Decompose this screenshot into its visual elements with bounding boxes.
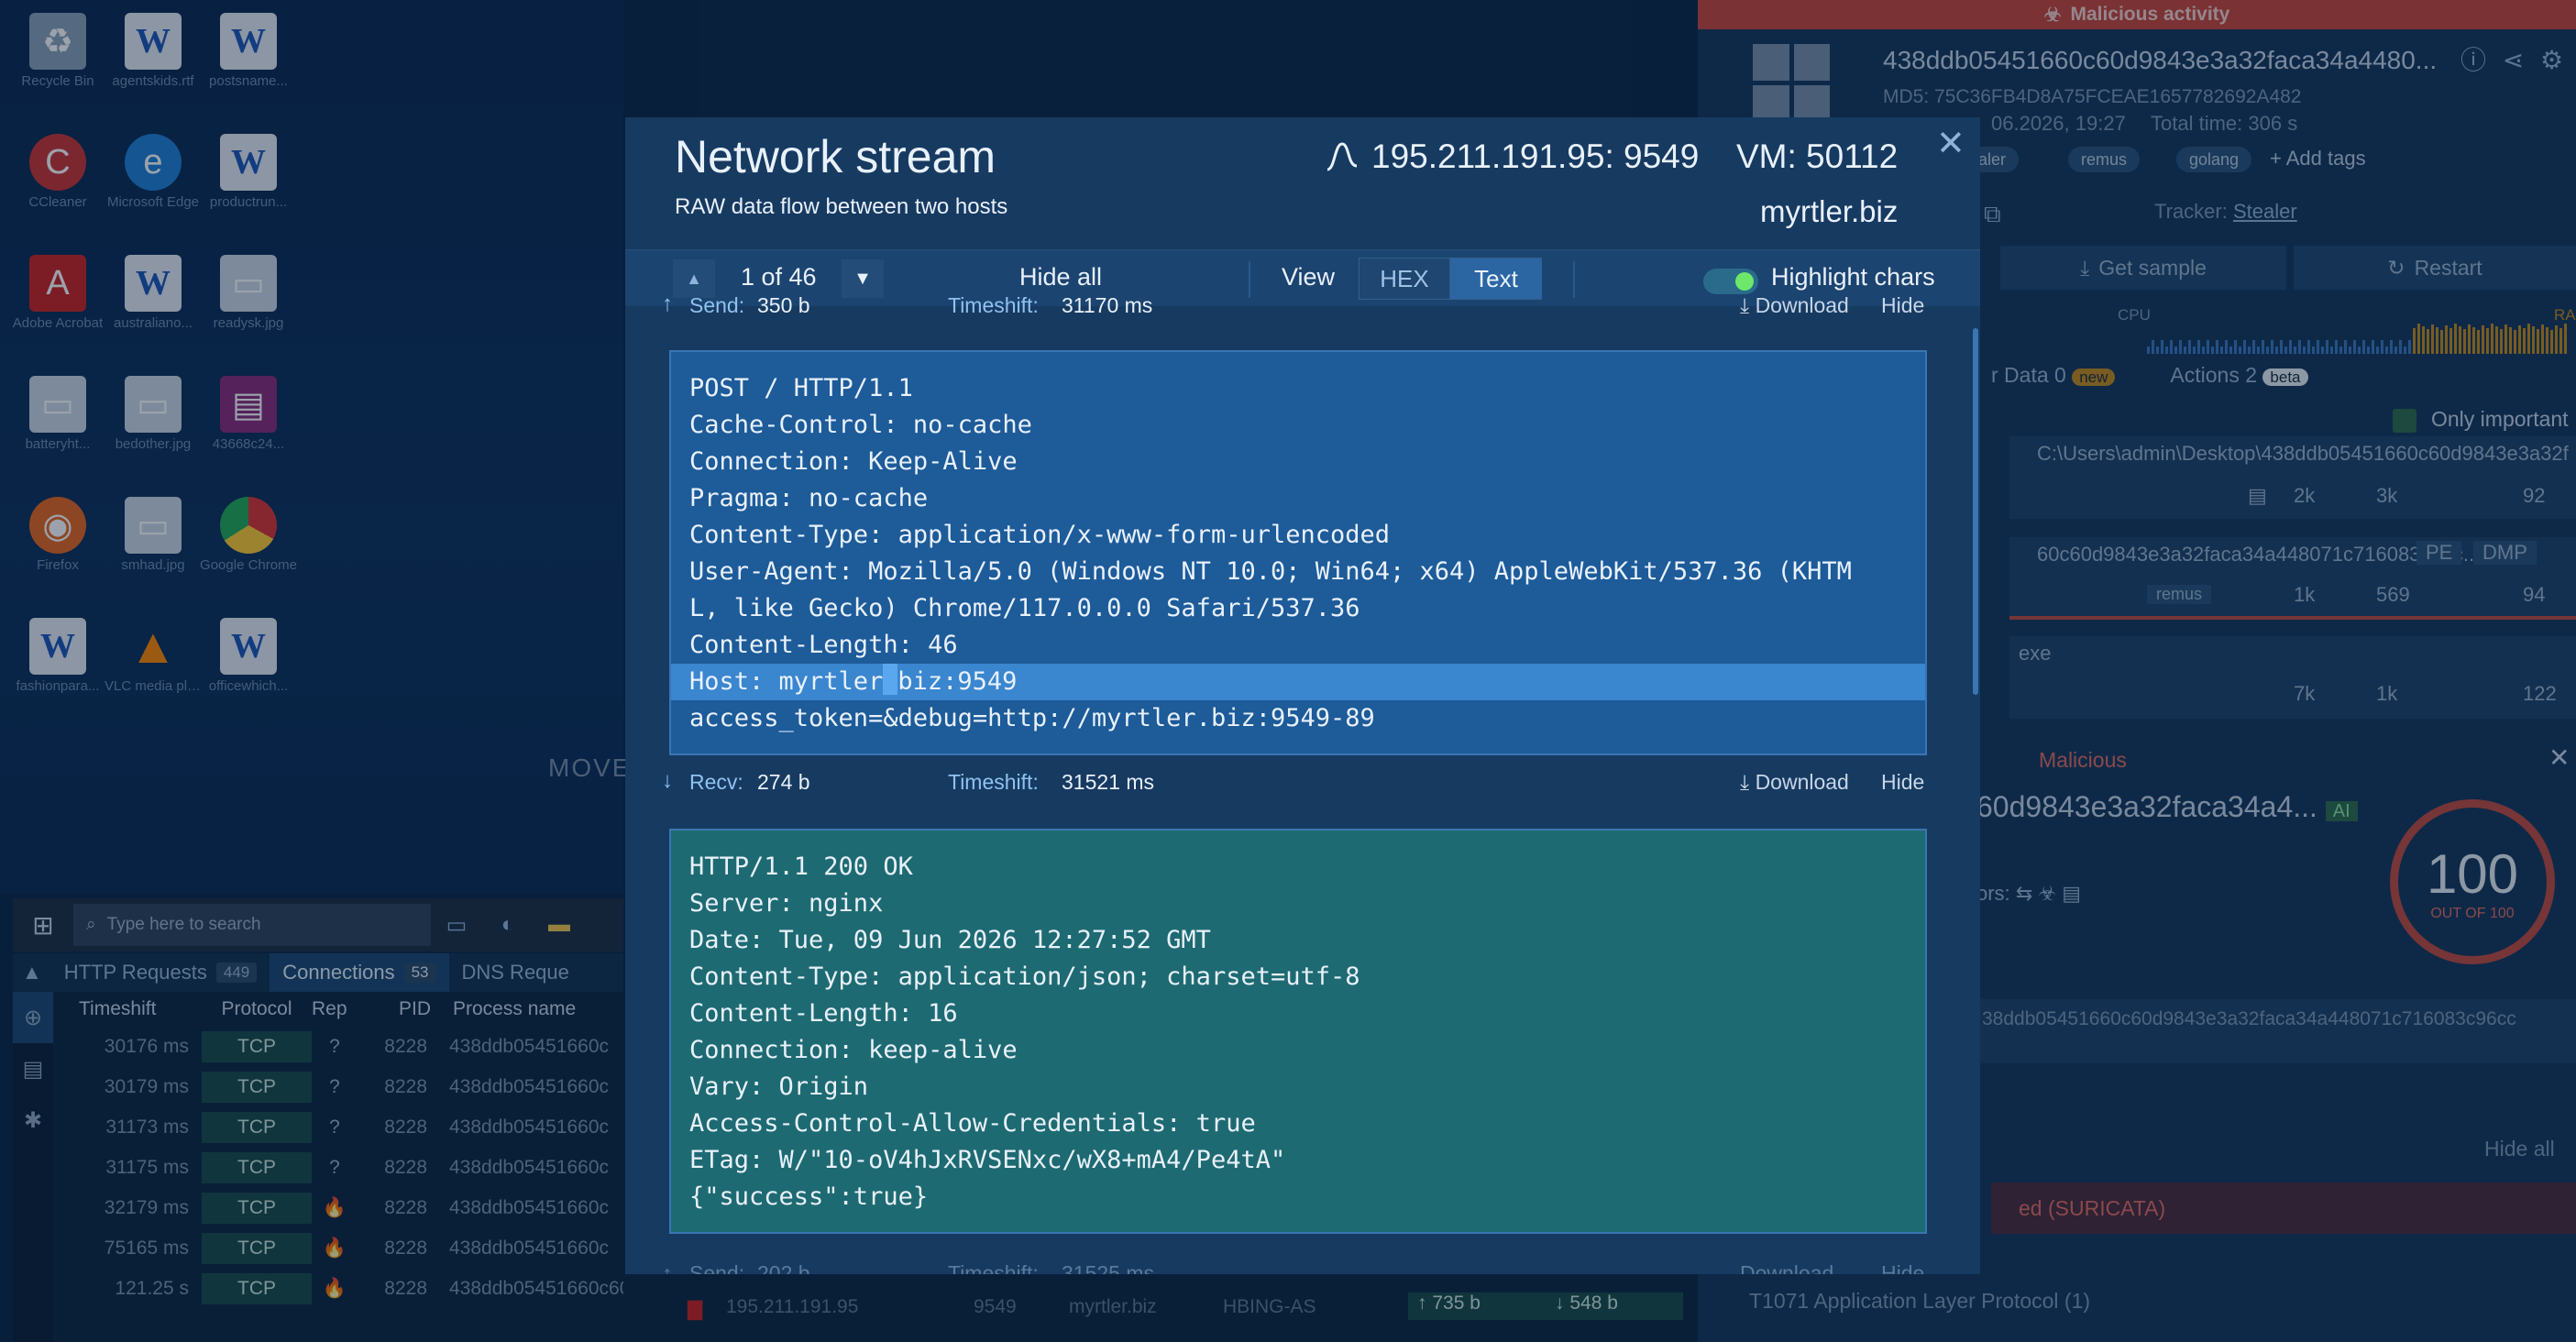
selected-line: Host: myrtler biz:9549 — [671, 664, 1925, 700]
data-line: Pragma: no-cache — [689, 484, 929, 512]
timeshift-value: 31170 ms — [1062, 293, 1153, 317]
timeshift-label: Timeshift: — [948, 770, 1039, 794]
data-line: POST / HTTP/1.1 — [689, 374, 913, 402]
timeshift-value: 31521 ms — [1062, 770, 1155, 794]
vm-id: VM: 50112 — [1736, 138, 1899, 175]
download-button[interactable]: Download — [1740, 1261, 1833, 1274]
download-icon: ⤓ — [1740, 770, 1750, 794]
arrow-up-icon: ↑ — [662, 1261, 673, 1274]
timeshift-label: Timeshift: — [948, 293, 1039, 317]
data-line: Content-Type: application/json; charset=… — [689, 962, 1360, 991]
timeshift-value: 31525 ms — [1062, 1261, 1155, 1274]
modal-title: Network stream — [675, 131, 996, 182]
connection-icon — [1327, 142, 1358, 171]
remote-endpoint: 195.211.191.95: 9549 — [1324, 138, 1699, 176]
modal-subtitle: RAW data flow between two hosts — [675, 194, 1008, 219]
send-size: 350 b — [757, 293, 810, 317]
data-line: HTTP/1.1 200 OK — [689, 852, 913, 881]
hide-button[interactable]: Hide — [1881, 1261, 1924, 1274]
remote-domain: myrtler.biz — [1760, 194, 1899, 228]
send-header: ↑ Send: 350 b Timeshift: 31170 ms ⤓ Down… — [662, 284, 1945, 324]
data-line: Server: nginx — [689, 889, 884, 918]
data-line: Cache-Control: no-cache — [689, 411, 1032, 439]
data-line: Access-Control-Allow-Credentials: true — [689, 1109, 1256, 1138]
data-line: L, like Gecko) Chrome/117.0.0.0 Safari/5… — [689, 594, 1360, 622]
recv-size: 274 b — [757, 770, 810, 794]
send-data[interactable]: POST / HTTP/1.1 Cache-Control: no-cache Co… — [669, 350, 1927, 755]
recv-label: Recv: — [689, 770, 743, 794]
download-button[interactable]: ⤓ Download — [1740, 770, 1849, 795]
next-send-header: ↑ Send: 202 b Timeshift: 31525 ms Downlo… — [662, 1258, 1945, 1274]
remote-ip-port: 195.211.191.95: 9549 — [1371, 138, 1700, 175]
data-line: Content-Length: 46 — [689, 631, 958, 659]
data-line: Connection: Keep-Alive — [689, 447, 1018, 476]
data-line: access_token=&debug=http://myrtler.biz:9… — [689, 704, 1375, 732]
data-line: ETag: W/"10-oV4hJxRVSENxc/wX8+mA4/Pe4tA" — [689, 1146, 1286, 1174]
data-line: User-Agent: Mozilla/5.0 (Windows NT 10.0… — [689, 557, 1852, 586]
download-label: Download — [1755, 770, 1849, 794]
data-line: Date: Tue, 09 Jun 2026 12:27:52 GMT — [689, 926, 1211, 954]
hide-button[interactable]: Hide — [1881, 770, 1924, 795]
send-size: 202 b — [757, 1261, 810, 1274]
data-line: {"success":true} — [689, 1182, 929, 1211]
network-stream-modal: Network stream RAW data flow between two… — [625, 117, 1980, 1274]
data-line: Connection: keep-alive — [689, 1036, 1018, 1064]
arrow-down-icon: ↓ — [662, 768, 673, 793]
send-label: Send: — [689, 293, 745, 317]
send-label: Send: — [689, 1261, 745, 1274]
recv-header: ↓ Recv: 274 b Timeshift: 31521 ms ⤓ Down… — [662, 761, 1945, 801]
data-line: Content-Type: application/x-www-form-url… — [689, 521, 1391, 549]
close-icon[interactable]: ✕ — [1936, 123, 1965, 164]
arrow-up-icon: ↑ — [662, 292, 673, 316]
modal-scrollbar[interactable] — [1973, 328, 1978, 695]
recv-data[interactable]: HTTP/1.1 200 OK Server: nginx Date: Tue, 0… — [669, 829, 1927, 1234]
download-icon: ⤓ — [1740, 293, 1750, 317]
data-line: Vary: Origin — [689, 1072, 869, 1101]
timeshift-label: Timeshift: — [948, 1261, 1039, 1274]
data-line: Content-Length: 16 — [689, 999, 958, 1028]
hide-button[interactable]: Hide — [1881, 293, 1924, 318]
download-label: Download — [1755, 293, 1849, 317]
text-cursor — [883, 664, 898, 695]
download-button[interactable]: ⤓ Download — [1740, 293, 1849, 318]
